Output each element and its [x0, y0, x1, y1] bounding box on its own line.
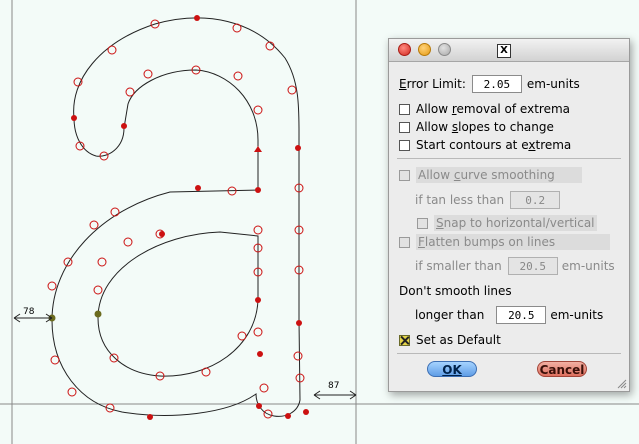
- corner-point[interactable]: [159, 231, 165, 237]
- curve-point[interactable]: [237, 331, 247, 341]
- curve-point[interactable]: [110, 207, 120, 217]
- allow-slopes-checkbox[interactable]: Allow slopes to change: [399, 120, 554, 134]
- curve-point[interactable]: [107, 45, 117, 55]
- curve-point[interactable]: [287, 85, 297, 95]
- start-contours-label: Start contours at extrema: [416, 138, 572, 152]
- start-contours-checkbox[interactable]: Start contours at extrema: [399, 138, 571, 152]
- glyph-outline: [51, 17, 301, 417]
- x-window-icon: X: [497, 44, 511, 58]
- checkbox-box[interactable]: [399, 236, 410, 248]
- allow-removal-checkbox[interactable]: Allow removal of extrema: [399, 102, 570, 116]
- right-measure-label: 87: [328, 381, 339, 391]
- error-limit-row: Error Limit: 2.05 em-units: [399, 75, 580, 93]
- checkbox-box[interactable]: [399, 103, 410, 115]
- curve-point[interactable]: [253, 225, 263, 235]
- set-default-checkbox[interactable]: Set as Default: [399, 333, 501, 347]
- checkbox-box[interactable]: [399, 121, 410, 133]
- corner-point[interactable]: [285, 413, 291, 419]
- allow-curve-smoothing-checkbox[interactable]: Allow curve smoothing: [399, 167, 582, 183]
- error-limit-input[interactable]: 2.05: [471, 75, 522, 93]
- start-point[interactable]: [94, 310, 102, 318]
- curve-point[interactable]: [265, 41, 275, 51]
- minimize-button[interactable]: [418, 43, 431, 56]
- checkbox-box[interactable]: [417, 217, 428, 229]
- tan-label: if tan less than: [415, 193, 505, 207]
- allow-removal-label: Allow removal of extrema: [416, 102, 571, 116]
- checkbox-box[interactable]: [399, 139, 410, 151]
- left-measure-label: 78: [23, 307, 35, 317]
- curve-point[interactable]: [123, 237, 133, 247]
- smaller-unit: em-units: [561, 259, 615, 273]
- ok-button[interactable]: OK: [427, 361, 477, 377]
- curve-point[interactable]: [201, 367, 211, 377]
- glyph-counter: [97, 231, 259, 377]
- curve-point[interactable]: [97, 257, 107, 267]
- set-default-label: Set as Default: [416, 333, 501, 347]
- smaller-row: if smaller than 20.5 em-units: [415, 257, 615, 275]
- smaller-label: if smaller than: [415, 259, 502, 273]
- direction-arrow-icon: [254, 146, 262, 152]
- allow-curve-label: Allow curve smoothing: [416, 167, 582, 183]
- corner-point[interactable]: [147, 414, 153, 420]
- cancel-button[interactable]: Cancel: [537, 361, 587, 377]
- curve-point[interactable]: [89, 220, 99, 230]
- curve-point[interactable]: [63, 257, 73, 267]
- close-button[interactable]: [398, 43, 411, 56]
- flatten-label: Flatten bumps on lines: [416, 234, 610, 250]
- snap-checkbox[interactable]: Snap to horizontal/vertical: [417, 215, 597, 231]
- smaller-input[interactable]: 20.5: [507, 257, 558, 275]
- flatten-checkbox[interactable]: Flatten bumps on lines: [399, 234, 610, 250]
- checkbox-box-checked[interactable]: [399, 334, 410, 346]
- curve-point[interactable]: [143, 69, 153, 79]
- corner-point[interactable]: [121, 123, 127, 129]
- corner-point[interactable]: [303, 409, 309, 415]
- corner-point[interactable]: [256, 403, 262, 409]
- corner-point[interactable]: [295, 145, 301, 151]
- longer-input[interactable]: 20.5: [496, 306, 547, 324]
- tan-input[interactable]: 0.2: [510, 191, 561, 209]
- dont-smooth-label: Don't smooth lines: [399, 284, 512, 298]
- right-measure: 87: [313, 381, 357, 400]
- checkbox-box[interactable]: [399, 169, 410, 181]
- corner-point[interactable]: [194, 15, 200, 21]
- left-measure: 78: [13, 307, 53, 323]
- title-bar[interactable]: X: [389, 39, 629, 62]
- curve-point[interactable]: [253, 105, 263, 115]
- simplify-dialog: X Error Limit: 2.05 em-units Allow remov…: [388, 38, 630, 392]
- corner-point[interactable]: [71, 115, 77, 121]
- curve-point[interactable]: [253, 327, 263, 337]
- curve-point[interactable]: [293, 351, 303, 361]
- longer-label: longer than: [415, 308, 485, 322]
- curve-point[interactable]: [93, 285, 103, 295]
- curve-point[interactable]: [50, 355, 60, 365]
- longer-row: longer than 20.5 em-units: [415, 306, 603, 324]
- tan-row: if tan less than 0.2: [415, 191, 561, 209]
- curve-point[interactable]: [109, 353, 119, 363]
- corner-point[interactable]: [257, 351, 263, 357]
- snap-label: Snap to horizontal/vertical: [434, 215, 597, 231]
- corner-point[interactable]: [255, 187, 261, 193]
- corner-point[interactable]: [195, 185, 201, 191]
- error-limit-unit: em-units: [526, 77, 580, 91]
- curve-point[interactable]: [259, 383, 269, 393]
- zoom-button[interactable]: [438, 43, 451, 56]
- curve-point[interactable]: [125, 87, 135, 97]
- corner-point[interactable]: [296, 320, 302, 326]
- separator: [397, 353, 621, 354]
- allow-slopes-label: Allow slopes to change: [416, 120, 554, 134]
- corner-point[interactable]: [255, 297, 261, 303]
- curve-point[interactable]: [233, 71, 243, 81]
- resize-grip-icon[interactable]: [617, 379, 627, 389]
- separator: [397, 158, 621, 159]
- curve-point[interactable]: [232, 23, 242, 33]
- curve-point[interactable]: [67, 387, 77, 397]
- error-limit-label: Error Limit:: [399, 77, 466, 91]
- longer-unit: em-units: [550, 308, 604, 322]
- curve-point[interactable]: [47, 281, 57, 291]
